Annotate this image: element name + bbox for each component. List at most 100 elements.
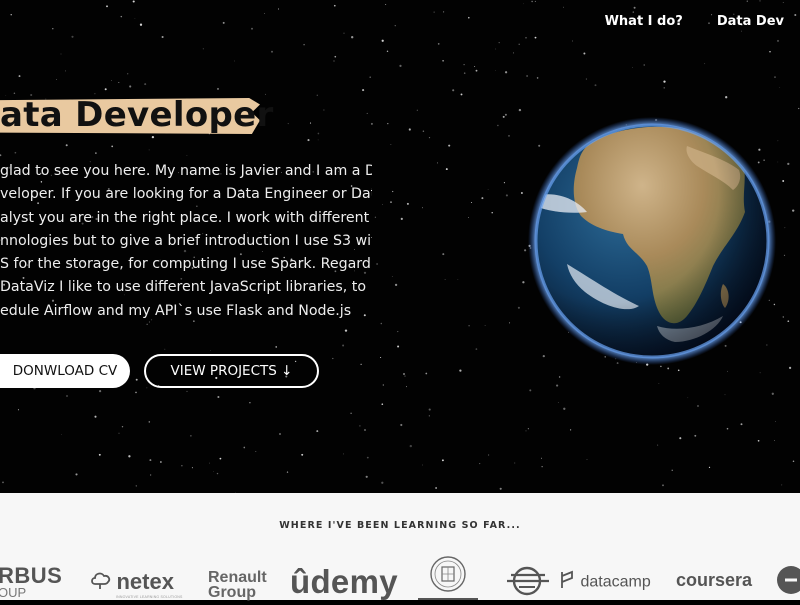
star [333, 60, 335, 62]
star [677, 369, 680, 372]
star [694, 434, 697, 437]
star [374, 216, 377, 218]
star [111, 80, 112, 81]
star [499, 487, 502, 490]
star [350, 412, 352, 415]
star [111, 145, 114, 148]
star [404, 375, 406, 377]
view-projects-button[interactable]: VIEW PROJECTS ↓ [144, 354, 319, 388]
star [151, 135, 155, 139]
star [445, 168, 448, 171]
star [219, 457, 222, 460]
star [382, 204, 383, 205]
star [522, 281, 525, 284]
star [397, 331, 399, 333]
star [316, 430, 319, 433]
star [121, 426, 124, 428]
star [332, 357, 334, 360]
star [287, 123, 289, 125]
star [585, 78, 587, 80]
star [0, 154, 2, 157]
intro-line: glad to see you here. My name is Javier … [0, 163, 372, 179]
star [779, 87, 781, 89]
star [394, 283, 398, 287]
star [536, 77, 539, 79]
star [400, 217, 403, 220]
star [679, 437, 682, 440]
star [563, 6, 565, 8]
star [409, 444, 412, 448]
star [376, 263, 379, 265]
star [787, 320, 790, 323]
star [541, 457, 542, 459]
star [381, 403, 384, 406]
star [150, 474, 152, 476]
star [135, 378, 138, 381]
star [724, 394, 726, 396]
star [351, 36, 354, 39]
star [781, 484, 783, 486]
star [365, 475, 368, 478]
star [746, 0, 748, 2]
star [333, 4, 336, 7]
star [792, 209, 795, 212]
star [217, 395, 220, 399]
star [317, 132, 320, 135]
star [526, 75, 529, 77]
star [381, 481, 384, 484]
star [474, 65, 476, 68]
nav-data-dev[interactable]: Data Dev [717, 14, 784, 29]
star [202, 48, 204, 50]
star [66, 395, 68, 397]
star [135, 391, 137, 394]
star [64, 70, 66, 72]
star [441, 459, 444, 462]
star [726, 427, 729, 430]
renault-logo-top: Renault [208, 569, 267, 586]
star [448, 144, 451, 147]
star [386, 50, 389, 53]
star [428, 136, 431, 139]
star [264, 13, 265, 14]
star [784, 227, 786, 229]
star [104, 88, 107, 91]
star [697, 405, 699, 407]
star [708, 466, 711, 469]
star [556, 384, 559, 387]
star [487, 189, 489, 190]
star [484, 325, 486, 326]
star [17, 409, 20, 411]
star [777, 140, 779, 142]
star [275, 346, 278, 348]
star [381, 39, 384, 42]
star [463, 72, 466, 74]
star [475, 348, 478, 350]
star [782, 316, 785, 318]
star [518, 108, 522, 112]
star [148, 149, 150, 151]
star [435, 487, 437, 489]
star [774, 76, 776, 78]
star [149, 459, 152, 462]
star [788, 366, 792, 370]
udemy-logo-text: ûdemy [290, 563, 398, 600]
star [148, 421, 151, 423]
star [181, 465, 183, 467]
star [52, 28, 54, 30]
university-seal-logo [418, 555, 478, 605]
star [740, 423, 743, 426]
airbus-logo-top: RBUS [0, 563, 63, 588]
star [504, 71, 508, 74]
download-cv-button[interactable]: DONWLOAD CV [0, 354, 130, 388]
star [403, 373, 405, 375]
coursera-logo-text: coursera [676, 570, 753, 590]
star [98, 453, 101, 456]
star [106, 5, 108, 8]
star [343, 32, 345, 34]
platzi-style-logo [505, 565, 551, 602]
star [491, 211, 493, 214]
star [782, 2, 784, 3]
nav-what-i-do[interactable]: What I do? [605, 14, 683, 29]
star [631, 66, 633, 68]
star [632, 11, 635, 13]
